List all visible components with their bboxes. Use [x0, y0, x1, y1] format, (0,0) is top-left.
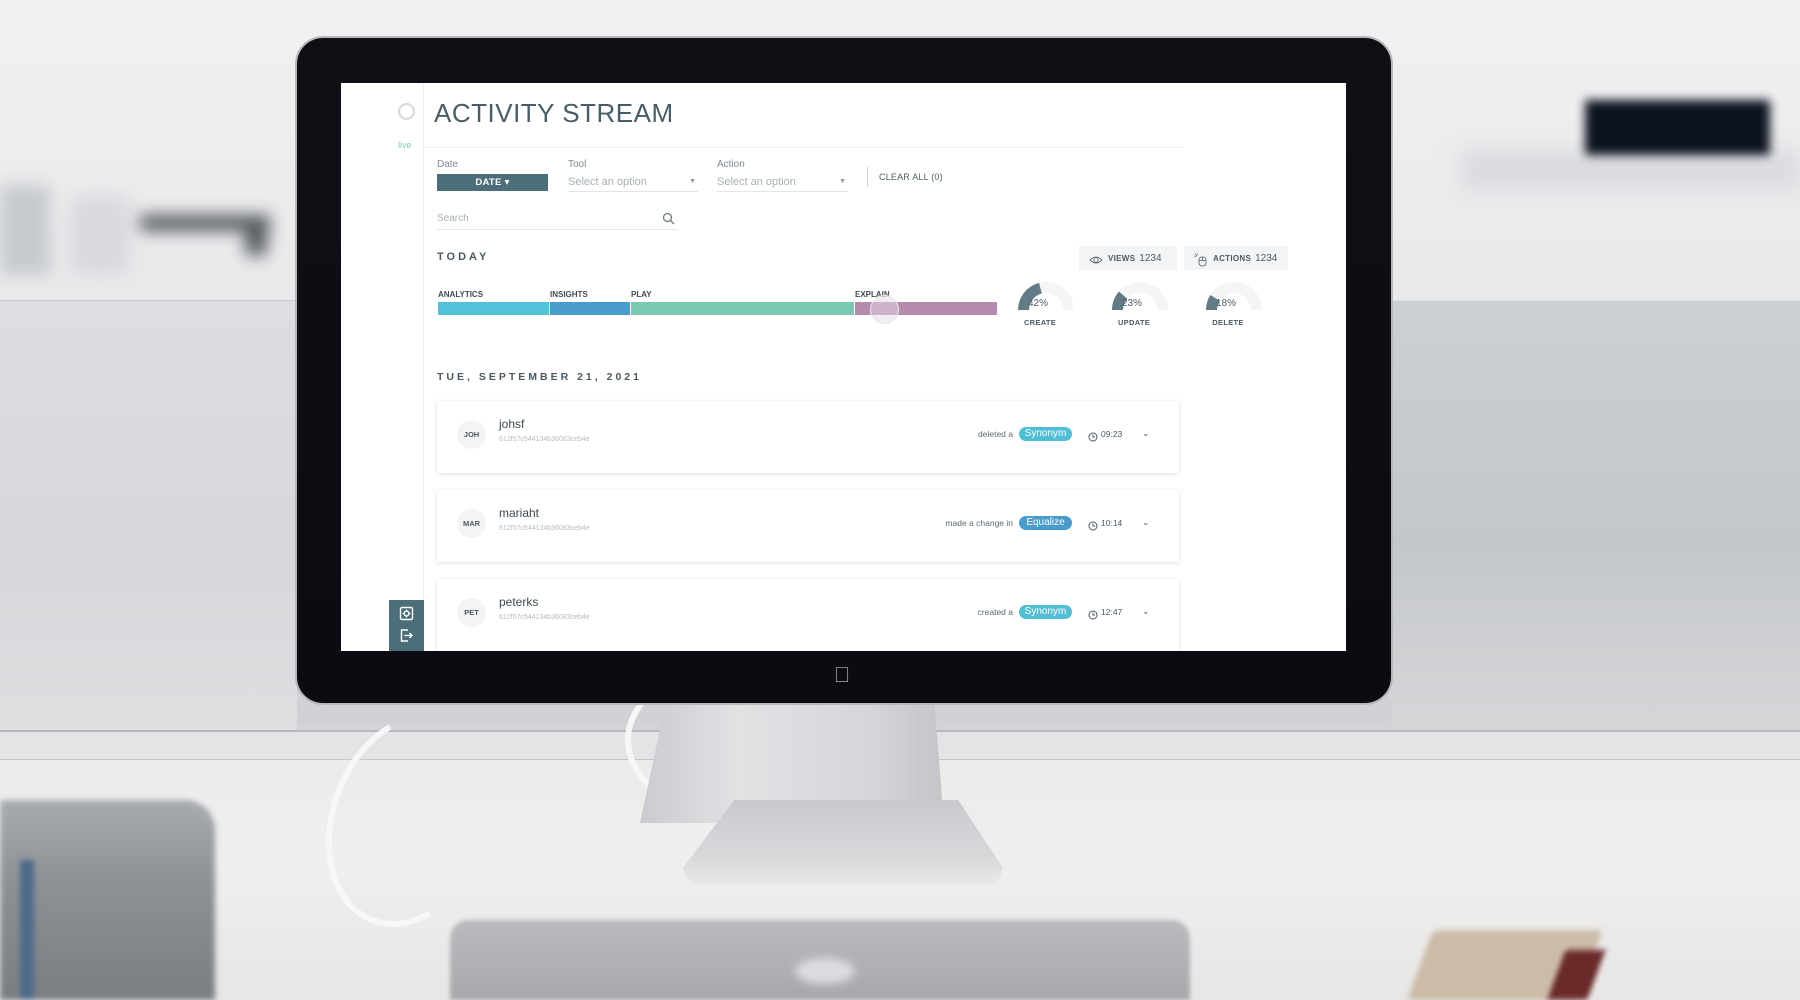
live-indicator-icon [398, 103, 415, 120]
username[interactable]: johsf [499, 417, 524, 431]
date-filter-label: Date [437, 159, 459, 170]
avatar: MAR [457, 509, 486, 538]
live-label: live [398, 140, 412, 150]
background-partition-right [1391, 300, 1800, 740]
header-divider [424, 147, 1184, 148]
chevron-down-icon[interactable]: ⌄ [1142, 606, 1150, 617]
chevron-down-icon: ▼ [839, 178, 846, 185]
apple-logo-icon:  [832, 663, 852, 687]
background-shelf-right [1460, 150, 1800, 190]
mouse-click-icon [1194, 252, 1208, 267]
action-gauge: 42% CREATE [1010, 278, 1074, 333]
tool-select[interactable]: Select an option ▼ [568, 173, 698, 192]
logout-icon[interactable] [399, 628, 414, 643]
action-gauge: 23% UPDATE [1104, 278, 1168, 333]
background-partition-left [0, 300, 297, 730]
views-label: VIEWS [1108, 254, 1136, 263]
actions-stat: ACTIONS 1234 [1184, 246, 1288, 270]
action-filter-label: Action [717, 159, 745, 170]
page-title: ACTIVITY STREAM [434, 98, 674, 128]
username[interactable]: peterks [499, 595, 538, 609]
action-verb: created a [977, 607, 1013, 617]
tool-breakdown-label: PLAY [631, 290, 652, 299]
chevron-down-icon[interactable]: ⌄ [1142, 517, 1150, 528]
timestamp: 10:14 [1101, 518, 1123, 528]
gauge-label: CREATE [1023, 318, 1057, 327]
user-id: 612f57c544134b36083ceb4e [499, 436, 590, 443]
clock-icon [1088, 429, 1098, 442]
user-id: 612f57c544134b36083ceb4e [499, 614, 590, 621]
tool-breakdown-label: ANALYTICS [438, 290, 484, 299]
timestamp: 12:47 [1101, 607, 1123, 617]
today-heading: TODAY [437, 251, 490, 263]
tool-breakdown-segment[interactable] [438, 302, 549, 315]
tool-breakdown-label: INSIGHTS [550, 290, 588, 299]
settings-icon[interactable] [399, 606, 414, 621]
user-id: 612f57c544134b36083ceb4e [499, 525, 590, 532]
action-verb: deleted a [978, 429, 1013, 439]
book [0, 800, 215, 1000]
object-badge[interactable]: Synonym [1019, 427, 1072, 441]
date-heading: TUE, SEPTEMBER 21, 2021 [437, 371, 642, 383]
clock-icon [1088, 518, 1098, 531]
actions-value: 1234 [1255, 253, 1278, 264]
chevron-down-icon: ▼ [689, 178, 696, 185]
gauge-label: DELETE [1212, 318, 1244, 327]
views-stat: VIEWS 1234 [1079, 246, 1177, 270]
object-badge[interactable]: Synonym [1019, 605, 1072, 619]
clock-icon [1088, 607, 1098, 620]
filter-divider [867, 167, 868, 187]
activity-card[interactable]: MAR mariaht 612f57c544134b36083ceb4e mad… [437, 490, 1179, 562]
gauge-percent: 18% [1216, 298, 1237, 309]
tool-select-placeholder: Select an option [568, 176, 647, 188]
views-value: 1234 [1139, 253, 1162, 264]
activity-card[interactable]: JOH johsf 612f57c544134b36083ceb4e delet… [437, 401, 1179, 473]
username[interactable]: mariaht [499, 506, 539, 520]
eye-icon [1089, 252, 1103, 266]
sidebar: live [341, 83, 424, 651]
clear-all-button[interactable]: CLEAR ALL (0) [879, 172, 943, 182]
notebook [1407, 930, 1606, 1000]
gauge-percent: 23% [1122, 298, 1143, 309]
sidebar-tools [389, 600, 424, 651]
gauge-label: UPDATE [1117, 318, 1151, 327]
monitor-screen: live ACTIVITY STREAM Date DATE ▾ Tool Se… [341, 83, 1346, 651]
date-filter-button[interactable]: DATE ▾ [437, 174, 548, 191]
object-badge[interactable]: Equalize [1019, 516, 1072, 530]
activity-card[interactable]: PET peterks 612f57c544134b36083ceb4e cre… [437, 579, 1179, 651]
avatar: JOH [457, 420, 486, 449]
avatar: PET [457, 598, 486, 627]
background-shelf-left [0, 165, 290, 300]
search-icon[interactable] [662, 212, 675, 225]
timestamp: 09:23 [1101, 429, 1123, 439]
gauge-percent: 42% [1028, 298, 1049, 309]
background-monitor [1585, 100, 1770, 155]
action-verb: made a change in [945, 518, 1013, 528]
laptop [450, 920, 1190, 1000]
monitor-stand-base [683, 800, 1003, 885]
chevron-down-icon[interactable]: ⌄ [1142, 428, 1150, 439]
action-gauge: 18% DELETE [1198, 278, 1262, 333]
tool-breakdown-segment[interactable] [631, 302, 854, 315]
actions-label: ACTIONS [1213, 254, 1252, 263]
tool-filter-label: Tool [568, 159, 587, 170]
action-select[interactable]: Select an option ▼ [717, 173, 848, 192]
action-select-placeholder: Select an option [717, 176, 796, 188]
cursor-highlight [870, 295, 899, 324]
search-placeholder: Search [437, 213, 469, 224]
tool-breakdown-segment[interactable] [550, 302, 630, 315]
search-input[interactable]: Search [437, 210, 677, 230]
